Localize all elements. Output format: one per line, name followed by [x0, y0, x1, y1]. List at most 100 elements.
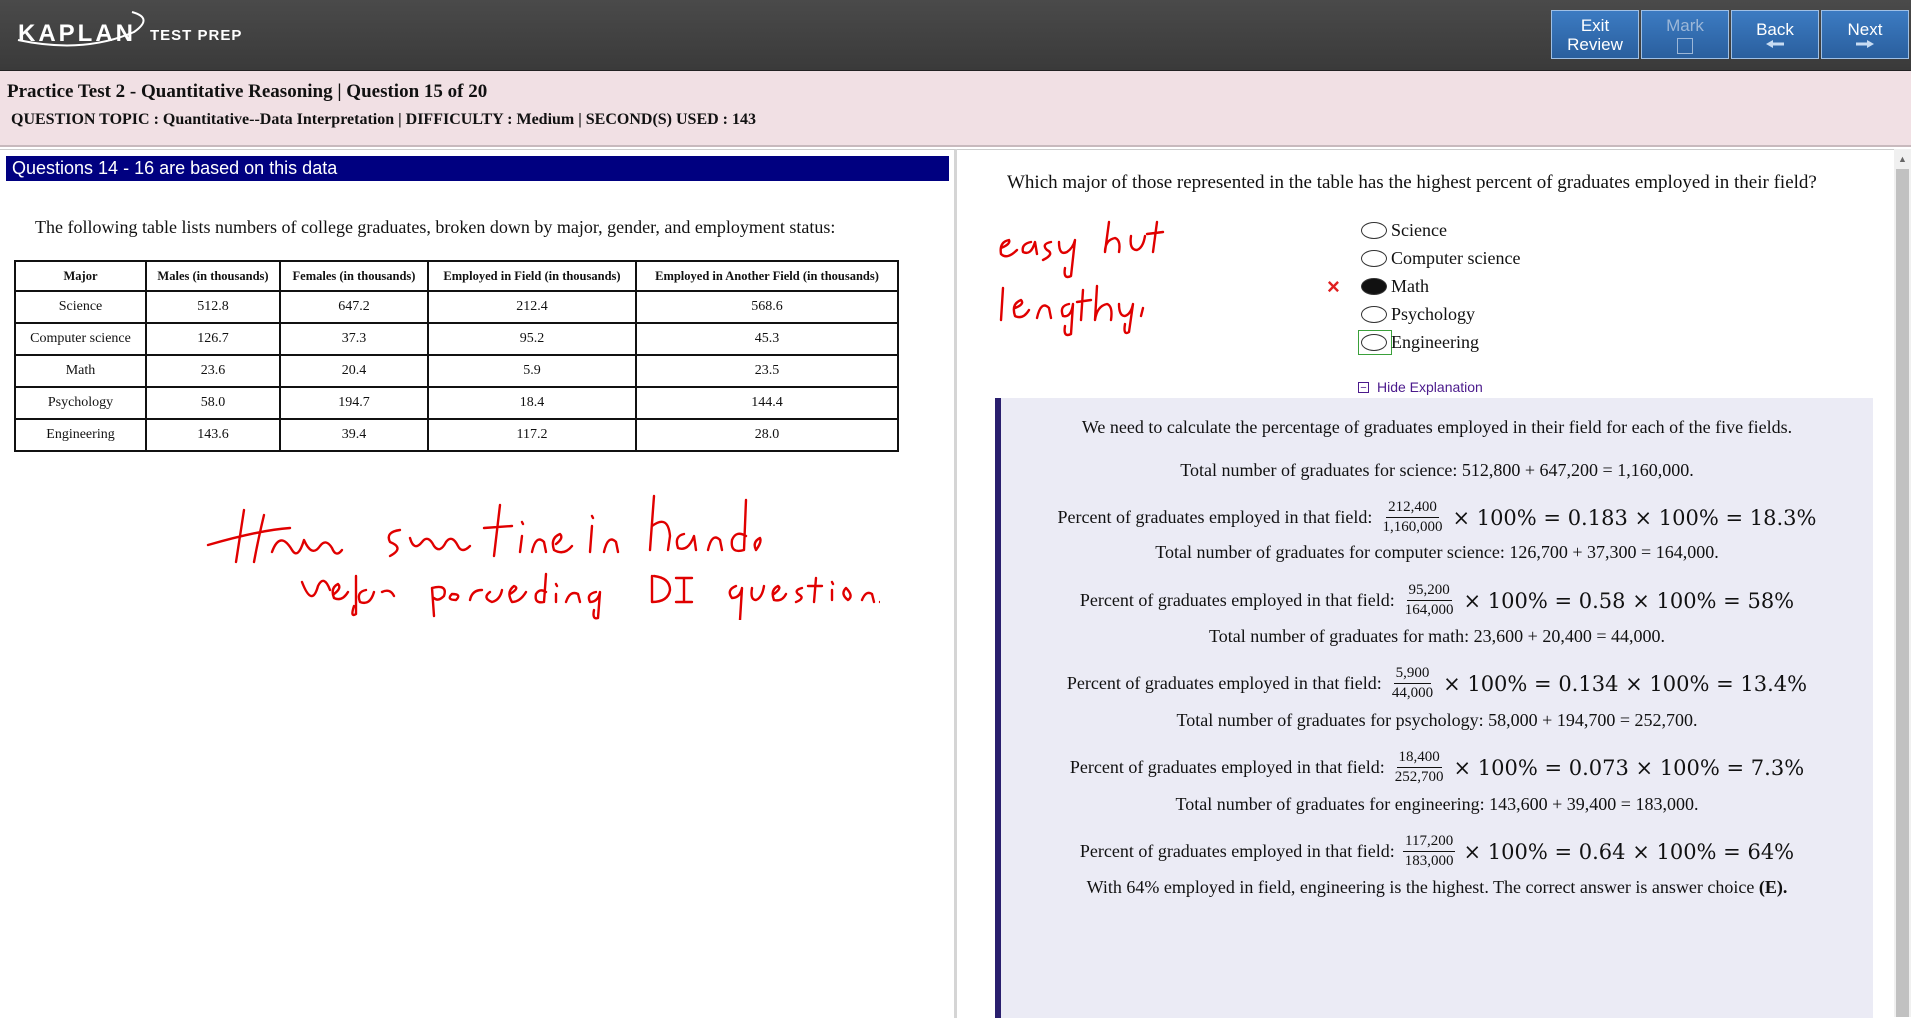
explanation-conclusion: With 64% employed in field, engineering …	[1001, 877, 1873, 898]
table-cell: 126.7	[145, 322, 281, 356]
table-cell: 95.2	[427, 322, 637, 356]
radio-empty-icon	[1361, 333, 1387, 351]
question-meta: QUESTION TOPIC : Quantitative--Data Inte…	[11, 111, 757, 128]
arrow-left-icon	[1766, 40, 1784, 48]
scrollbar-thumb[interactable]	[1896, 169, 1909, 1017]
explanation-box: We need to calculate the percentage of g…	[995, 398, 1873, 1018]
radio-empty-icon	[1361, 221, 1387, 239]
fraction: 95,200 164,000	[1403, 581, 1456, 620]
table-cell: 28.0	[635, 418, 899, 452]
choice-b-label: Computer science	[1391, 247, 1521, 268]
radio-selected-icon	[1361, 277, 1387, 295]
table-row: Engineering 143.6 39.4 117.2 28.0	[14, 418, 899, 452]
back-label: Back	[1756, 20, 1794, 39]
next-label: Next	[1847, 20, 1883, 39]
percent-label: Percent of graduates employed in that fi…	[1079, 841, 1395, 861]
explanation-total: Total number of graduates for engineerin…	[1175, 794, 1699, 814]
table-row: Math 23.6 20.4 5.9 23.5	[14, 354, 899, 388]
choice-c[interactable]: × Math	[1327, 272, 1520, 300]
fraction-denominator: 164,000	[1404, 602, 1454, 618]
choice-c-radio[interactable]	[1359, 275, 1391, 298]
table-header-row: Major Males (in thousands) Females (in t…	[14, 260, 899, 292]
test-title: Practice Test 2 - Quantitative Reasoning…	[7, 81, 488, 102]
mark-button[interactable]: Mark	[1641, 10, 1729, 59]
table-header-cell: Males (in thousands)	[145, 260, 281, 292]
mark-label: Mark	[1666, 15, 1704, 35]
table-row: Computer science 126.7 37.3 95.2 45.3	[14, 322, 899, 356]
choice-c-label: Math	[1391, 275, 1429, 296]
hide-explanation-label: Hide Explanation	[1377, 379, 1483, 395]
choice-e-radio[interactable]	[1358, 329, 1392, 355]
data-panel-header: Questions 14 - 16 are based on this data	[6, 156, 949, 181]
explanation-total: Total number of graduates for computer s…	[1155, 542, 1719, 562]
table-cell: Computer science	[14, 322, 147, 356]
percent-calculation: × 100% = 0.64 × 100% = 64%	[1463, 839, 1795, 864]
vertical-scrollbar[interactable]: ▲	[1894, 149, 1911, 1017]
percent-calculation: × 100% = 0.134 × 100% = 13.4%	[1443, 671, 1808, 696]
fraction: 5,900 44,000	[1390, 664, 1435, 703]
table-cell: 194.7	[279, 386, 429, 420]
mark-checkbox[interactable]	[1677, 37, 1693, 54]
table-cell: 23.5	[635, 354, 899, 388]
table-header-cell: Employed in Another Field (in thousands)	[635, 260, 899, 292]
choice-e-label: Engineering	[1391, 331, 1479, 352]
table-cell: 568.6	[635, 290, 899, 324]
conclusion-text: With 64% employed in field, engineering …	[1086, 877, 1755, 897]
scroll-up-arrow-icon[interactable]: ▲	[1898, 154, 1907, 164]
table-cell: 144.4	[635, 386, 899, 420]
table-cell: Psychology	[14, 386, 147, 420]
kaplan-logo: KAPLAN TEST PREP	[17, 11, 243, 56]
choice-a-label: Science	[1391, 219, 1447, 240]
choice-a[interactable]: Science	[1359, 216, 1520, 244]
back-button[interactable]: Back	[1731, 10, 1819, 59]
table-cell: 5.9	[427, 354, 637, 388]
table-cell: 58.0	[145, 386, 281, 420]
top-bar: KAPLAN TEST PREP Exit Review Mark Back N…	[0, 0, 1911, 71]
fraction-numerator: 95,200	[1406, 581, 1452, 601]
table-header-cell: Employed in Field (in thousands)	[427, 260, 637, 292]
table-header-cell: Major	[14, 260, 147, 292]
explanation-intro: We need to calculate the percentage of g…	[1081, 417, 1793, 437]
fraction: 18,400 252,700	[1393, 748, 1446, 787]
fraction-denominator: 44,000	[1391, 685, 1434, 701]
table-header-cell: Females (in thousands)	[279, 260, 429, 292]
table-row: Science 512.8 647.2 212.4 568.6	[14, 290, 899, 324]
choice-d-radio[interactable]	[1359, 303, 1391, 326]
data-panel: Questions 14 - 16 are based on this data…	[0, 149, 957, 1018]
handwritten-note-right	[999, 220, 1165, 337]
answer-choices: Science Computer science × Math Psycholo…	[1327, 216, 1520, 356]
table-cell: 212.4	[427, 290, 637, 324]
explanation-total: Total number of graduates for science: 5…	[1180, 460, 1694, 480]
fraction-numerator: 5,900	[1393, 664, 1432, 684]
table-row: Psychology 58.0 194.7 18.4 144.4	[14, 386, 899, 420]
explanation-percent: Percent of graduates employed in that fi…	[1001, 498, 1873, 537]
hide-explanation-toggle[interactable]: − Hide Explanation	[1358, 379, 1483, 395]
logo-subtitle: TEST PREP	[150, 26, 243, 44]
choice-b-radio[interactable]	[1359, 247, 1391, 270]
exit-review-button[interactable]: Exit Review	[1551, 10, 1639, 59]
fraction-denominator: 183,000	[1404, 853, 1454, 869]
table-cell: Engineering	[14, 418, 147, 452]
percent-label: Percent of graduates employed in that fi…	[1066, 673, 1382, 693]
choice-a-radio[interactable]	[1359, 219, 1391, 242]
choice-e[interactable]: Engineering	[1358, 328, 1520, 356]
passage-text: The following table lists numbers of col…	[35, 217, 836, 237]
percent-calculation: × 100% = 0.58 × 100% = 58%	[1463, 588, 1795, 613]
choice-d[interactable]: Psychology	[1359, 300, 1520, 328]
nav-buttons: Exit Review Mark Back Next	[1551, 10, 1909, 59]
explanation-percent: Percent of graduates employed in that fi…	[1001, 664, 1873, 703]
exit-review-label-line1: Exit	[1580, 15, 1610, 35]
choice-b[interactable]: Computer science	[1359, 244, 1520, 272]
radio-empty-icon	[1361, 249, 1387, 267]
arrow-right-icon	[1856, 40, 1874, 48]
table-cell: 39.4	[279, 418, 429, 452]
table-cell: 512.8	[145, 290, 281, 324]
table-cell: 45.3	[635, 322, 899, 356]
fraction-denominator: 252,700	[1394, 769, 1444, 785]
correct-answer-label: (E).	[1758, 877, 1788, 897]
table-cell: 23.6	[145, 354, 281, 388]
percent-label: Percent of graduates employed in that fi…	[1079, 590, 1395, 610]
percent-label: Percent of graduates employed in that fi…	[1069, 757, 1385, 777]
table-cell: 647.2	[279, 290, 429, 324]
next-button[interactable]: Next	[1821, 10, 1909, 59]
